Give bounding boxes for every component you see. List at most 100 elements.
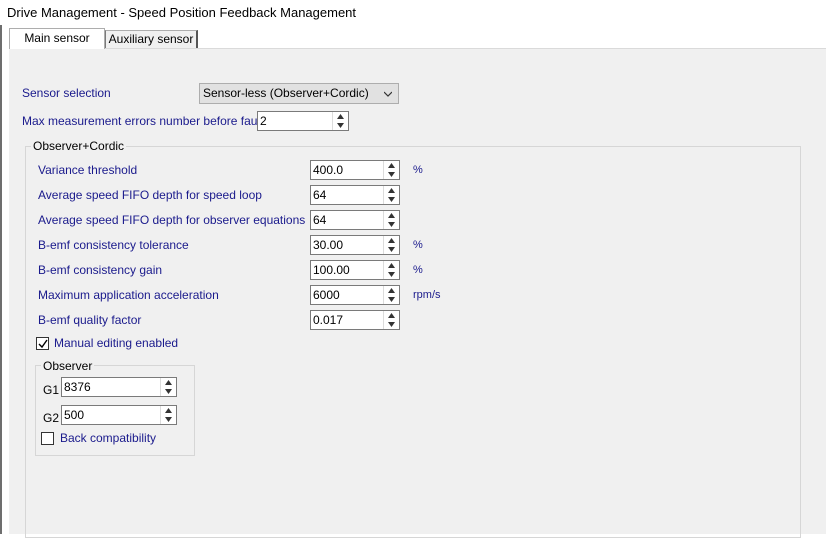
spin-up-icon: [388, 288, 395, 293]
fifo-observer-label: Average speed FIFO depth for observer eq…: [38, 213, 306, 227]
spin-down-icon: [388, 322, 395, 327]
spin-down-button[interactable]: [333, 121, 348, 130]
spin-up-button[interactable]: [161, 378, 176, 387]
spin-down-icon: [337, 123, 344, 128]
g2-label: G2: [43, 411, 60, 425]
spin-down-icon: [388, 247, 395, 252]
spin-down-button[interactable]: [384, 320, 399, 329]
g2-value: 500: [64, 408, 85, 422]
variance-threshold-unit: %: [413, 164, 423, 176]
spin-buttons: [383, 186, 399, 204]
g1-label: G1: [43, 383, 60, 397]
spin-down-button[interactable]: [161, 415, 176, 424]
g1-value: 8376: [64, 380, 91, 394]
bemf-quality-spinner[interactable]: 0.017: [310, 310, 400, 330]
g2-spinner[interactable]: 500: [61, 405, 177, 425]
bemf-quality-label: B-emf quality factor: [38, 313, 142, 327]
fifo-speed-loop-spinner[interactable]: 64: [310, 185, 400, 205]
max-acceleration-unit: rpm/s: [413, 289, 441, 301]
spin-up-icon: [165, 380, 172, 385]
tab-main-sensor[interactable]: Main sensor: [9, 28, 105, 49]
variance-threshold-value: 400.0: [313, 163, 344, 177]
max-errors-spinner[interactable]: 2: [257, 111, 349, 131]
g1-spinner[interactable]: 8376: [61, 377, 177, 397]
fifo-observer-spinner[interactable]: 64: [310, 210, 400, 230]
manual-editing-label: Manual editing enabled: [54, 336, 179, 350]
spin-up-icon: [388, 213, 395, 218]
window-title: Drive Management - Speed Position Feedba…: [7, 5, 357, 20]
fifo-speed-loop-label: Average speed FIFO depth for speed loop: [38, 188, 262, 202]
spin-up-button[interactable]: [333, 112, 348, 121]
window-edge: [0, 0, 2, 534]
spin-up-button[interactable]: [384, 261, 399, 270]
spin-up-button[interactable]: [384, 236, 399, 245]
max-errors-label: Max measurement errors number before fau…: [22, 114, 264, 128]
max-acceleration-value: 6000: [313, 288, 340, 302]
spin-down-button[interactable]: [384, 270, 399, 279]
spin-up-icon: [337, 114, 344, 119]
tab-auxiliary-sensor[interactable]: Auxiliary sensor: [105, 30, 198, 48]
bemf-tolerance-unit: %: [413, 239, 423, 251]
sensor-selection-dropdown[interactable]: Sensor-less (Observer+Cordic): [199, 83, 399, 104]
sensor-selection-label: Sensor selection: [22, 86, 111, 100]
bemf-gain-value: 100.00: [313, 263, 350, 277]
bemf-tolerance-label: B-emf consistency tolerance: [38, 238, 189, 252]
spin-down-button[interactable]: [384, 220, 399, 229]
spin-buttons: [383, 236, 399, 254]
manual-editing-checkbox[interactable]: [36, 337, 49, 350]
spin-up-icon: [388, 163, 395, 168]
spin-down-button[interactable]: [384, 245, 399, 254]
max-errors-value: 2: [260, 114, 267, 128]
back-compatibility-checkbox[interactable]: [41, 432, 54, 445]
spin-down-icon: [388, 272, 395, 277]
spin-buttons: [332, 112, 348, 130]
spin-down-icon: [388, 222, 395, 227]
spin-down-button[interactable]: [384, 195, 399, 204]
spin-buttons: [383, 311, 399, 329]
spin-up-button[interactable]: [161, 406, 176, 415]
spin-up-button[interactable]: [384, 161, 399, 170]
spin-up-button[interactable]: [384, 211, 399, 220]
max-acceleration-spinner[interactable]: 6000: [310, 285, 400, 305]
observer-cordic-title: Observer+Cordic: [31, 139, 127, 153]
fifo-observer-value: 64: [313, 213, 327, 227]
spin-up-icon: [388, 263, 395, 268]
spin-down-icon: [388, 197, 395, 202]
chevron-down-icon: [384, 91, 392, 97]
spin-down-button[interactable]: [161, 387, 176, 396]
spin-down-button[interactable]: [384, 170, 399, 179]
bemf-gain-spinner[interactable]: 100.00: [310, 260, 400, 280]
spin-buttons: [383, 286, 399, 304]
spin-up-icon: [388, 238, 395, 243]
spin-up-button[interactable]: [384, 286, 399, 295]
bemf-tolerance-value: 30.00: [313, 238, 344, 252]
title-bar: Drive Management - Speed Position Feedba…: [0, 0, 826, 25]
spin-buttons: [383, 211, 399, 229]
spin-down-icon: [388, 172, 395, 177]
spin-up-icon: [388, 188, 395, 193]
spin-buttons: [160, 378, 176, 396]
variance-threshold-spinner[interactable]: 400.0: [310, 160, 400, 180]
max-acceleration-label: Maximum application acceleration: [38, 288, 219, 302]
spin-down-icon: [165, 389, 172, 394]
bemf-tolerance-spinner[interactable]: 30.00: [310, 235, 400, 255]
main-sensor-panel: Sensor selection Sensor-less (Observer+C…: [9, 49, 826, 538]
spin-up-button[interactable]: [384, 311, 399, 320]
spin-down-button[interactable]: [384, 295, 399, 304]
bemf-gain-label: B-emf consistency gain: [38, 263, 163, 277]
spin-buttons: [383, 161, 399, 179]
observer-title: Observer: [41, 359, 95, 373]
fifo-speed-loop-value: 64: [313, 188, 327, 202]
spin-up-icon: [388, 313, 395, 318]
bemf-quality-value: 0.017: [313, 313, 344, 327]
sensor-selection-value: Sensor-less (Observer+Cordic): [203, 86, 369, 100]
check-icon: [38, 339, 48, 349]
spin-up-button[interactable]: [384, 186, 399, 195]
spin-down-icon: [388, 297, 395, 302]
spin-buttons: [383, 261, 399, 279]
bemf-gain-unit: %: [413, 264, 423, 276]
spin-down-icon: [165, 417, 172, 422]
variance-threshold-label: Variance threshold: [38, 163, 138, 177]
spin-up-icon: [165, 408, 172, 413]
back-compatibility-label: Back compatibility: [60, 431, 157, 445]
